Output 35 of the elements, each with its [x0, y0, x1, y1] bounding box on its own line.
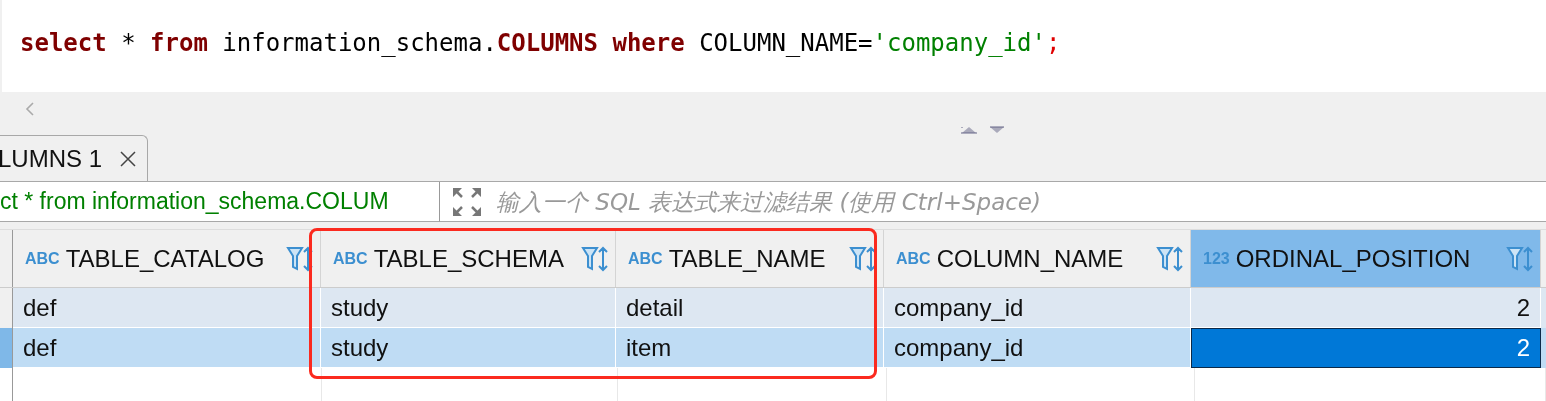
table-cell[interactable]: company_id: [884, 328, 1191, 368]
table-row[interactable]: def study item company_id 2: [0, 328, 1546, 368]
query-text: ct * from information_schema.COLUM: [0, 182, 440, 222]
restore-icon[interactable]: [960, 125, 1006, 135]
table-cell[interactable]: study: [321, 328, 616, 368]
column-header[interactable]: 123 ORDINAL_POSITION: [1191, 230, 1541, 287]
type-label: ABC: [896, 249, 931, 268]
table-cell[interactable]: 2: [1191, 328, 1541, 368]
results-tab[interactable]: LUMNS 1: [0, 135, 148, 181]
column-name: TABLE_SCHEMA: [373, 244, 564, 273]
column-name: TABLE_CATALOG: [65, 244, 265, 273]
type-label: ABC: [628, 249, 663, 268]
table-cell[interactable]: item: [616, 328, 884, 368]
type-label: 123: [1203, 249, 1230, 268]
table-row[interactable]: def study detail company_id 2: [0, 288, 1546, 328]
column-header[interactable]: ABC TABLE_SCHEMA: [321, 230, 616, 287]
column-name: COLUMN_NAME: [936, 244, 1124, 273]
filter-sort-icon[interactable]: [581, 244, 609, 273]
expand-button[interactable]: [440, 182, 482, 222]
column-header[interactable]: ABC TABLE_NAME: [616, 230, 884, 287]
table-cell[interactable]: def: [13, 328, 321, 368]
type-label: ABC: [25, 249, 60, 268]
row-header[interactable]: [0, 288, 13, 328]
sql-statement: select * from information_schema.COLUMNS where COLUMN_NAME='company_id';: [20, 29, 1061, 57]
filter-sort-icon[interactable]: [1156, 244, 1184, 273]
column-header[interactable]: ABC TABLE_CATALOG: [13, 230, 321, 287]
filter-sort-icon[interactable]: [849, 244, 877, 273]
filter-sort-icon[interactable]: [1506, 244, 1534, 273]
filter-sort-icon[interactable]: [286, 244, 314, 273]
column-name: ORDINAL_POSITION: [1235, 244, 1471, 273]
column-name: TABLE_NAME: [668, 244, 826, 273]
type-label: ABC: [333, 249, 368, 268]
close-icon[interactable]: [120, 150, 137, 167]
scroll-left-icon[interactable]: [25, 101, 35, 116]
filter-field[interactable]: 输入一个 SQL 表达式来过滤结果 (使用 Ctrl+Space): [482, 182, 1546, 222]
